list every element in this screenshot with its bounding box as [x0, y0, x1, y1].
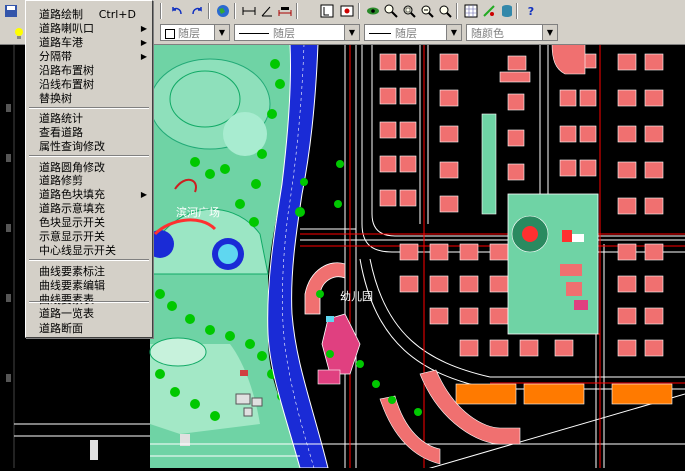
chevron-down-icon[interactable]: ▼	[446, 25, 461, 40]
menu-item-view-road[interactable]: 查看道路	[28, 125, 150, 140]
menu-item-trees-along-line[interactable]: 沿线布置树	[28, 77, 150, 92]
eye-icon[interactable]	[364, 2, 382, 20]
help-icon[interactable]: ?	[522, 2, 540, 20]
database-icon[interactable]	[498, 2, 516, 20]
menu-item-color-fill[interactable]: 道路色块填充 ▶	[28, 187, 150, 202]
chevron-down-icon[interactable]: ▼	[214, 25, 229, 40]
layers-icon[interactable]	[480, 2, 498, 20]
submenu-arrow-icon: ▶	[140, 24, 147, 33]
dimension-icon[interactable]	[240, 2, 258, 20]
shortcut-label: Ctrl+D	[98, 8, 136, 21]
menu-item-road-trim[interactable]: 道路修剪	[28, 173, 150, 188]
menu-item-replace-tree[interactable]: 替换树	[28, 91, 150, 106]
menu-separator	[29, 155, 149, 157]
menu-item-schematic-fill[interactable]: 道路示意填充	[28, 201, 150, 216]
linetype-select-value: 随层	[273, 26, 295, 40]
orange-buildings	[455, 383, 673, 405]
submenu-arrow-icon: ▶	[140, 190, 147, 199]
kindergarten-label: 幼儿园	[340, 290, 373, 303]
undo-icon[interactable]	[168, 2, 186, 20]
angle-icon[interactable]	[258, 2, 276, 20]
menu-item-curve-edit[interactable]: 曲线要素编辑	[28, 278, 150, 293]
lineweight-select[interactable]: 随层 ▼	[364, 24, 462, 41]
menu-item-divider-strip[interactable]: 分隔带 ▶	[28, 49, 150, 64]
properties-icon[interactable]	[318, 2, 336, 20]
menu-separator	[29, 301, 149, 303]
menu-item-road-section[interactable]: 道路断面	[28, 321, 150, 336]
color-select-value: 随颜色	[471, 26, 504, 40]
chevron-down-icon[interactable]: ▼	[344, 25, 359, 40]
linetype-select[interactable]: 随层 ▼	[234, 24, 360, 41]
layer-select[interactable]: 随层 ▼	[160, 24, 230, 41]
redo-icon[interactable]	[188, 2, 206, 20]
color-select[interactable]: 随颜色 ▼	[466, 24, 558, 41]
road-menu: 道路绘制 Ctrl+D 道路喇叭口 ▶ 道路车港 ▶ 分隔带 ▶ 沿路布置树 沿线布置树…	[25, 0, 153, 338]
menu-item-road-bay[interactable]: 道路车港 ▶	[28, 35, 150, 50]
menu-item-curve-label[interactable]: 曲线要素标注	[28, 264, 150, 279]
menu-item-centerline-toggle[interactable]: 中心线显示开关	[28, 243, 150, 258]
menu-item-curve-table[interactable]: 曲线要素表	[28, 292, 150, 307]
chevron-down-icon[interactable]: ▼	[542, 25, 557, 40]
submenu-arrow-icon: ▶	[140, 52, 147, 61]
menu-item-attr-query[interactable]: 属性查询修改	[28, 139, 150, 154]
menu-item-road-flare[interactable]: 道路喇叭口 ▶	[28, 21, 150, 36]
layer-select-value: 随层	[178, 26, 200, 40]
menu-item-schematic-toggle[interactable]: 示意显示开关	[28, 229, 150, 244]
globe-icon[interactable]	[214, 2, 232, 20]
menu-item-color-toggle[interactable]: 色块显示开关	[28, 215, 150, 230]
menu-separator	[29, 259, 149, 261]
zoom-realtime-icon[interactable]	[382, 2, 400, 20]
menu-item-road-draw[interactable]: 道路绘制 Ctrl+D	[28, 7, 150, 22]
submenu-arrow-icon: ▶	[140, 38, 147, 47]
save-icon[interactable]	[2, 2, 20, 20]
plaza-label: 滨河广场	[176, 205, 220, 219]
snapshot-icon[interactable]	[338, 2, 356, 20]
zoom-prev-icon[interactable]	[418, 2, 436, 20]
zoom-extents-icon[interactable]	[436, 2, 454, 20]
grid-icon[interactable]	[462, 2, 480, 20]
zoom-window-icon[interactable]	[400, 2, 418, 20]
menu-item-road-stats[interactable]: 道路统计	[28, 111, 150, 126]
measure-icon[interactable]	[276, 2, 294, 20]
lineweight-select-value: 随层	[395, 26, 417, 40]
menu-item-trees-along-road[interactable]: 沿路布置树	[28, 63, 150, 78]
menu-separator	[29, 107, 149, 109]
menu-item-road-list[interactable]: 道路一览表	[28, 306, 150, 321]
